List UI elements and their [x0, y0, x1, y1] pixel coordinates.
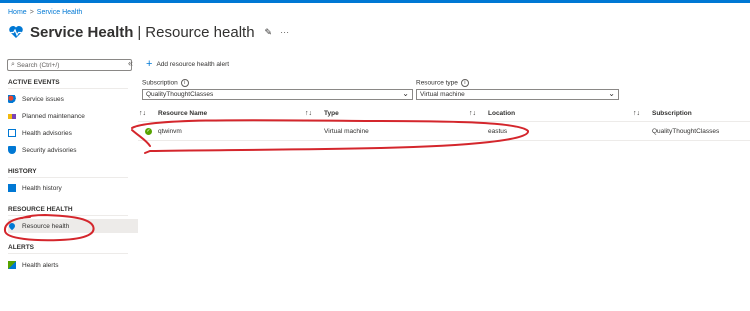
subscription-value: QualityThoughtClasses: [146, 91, 214, 98]
add-alert-label: Add resource health alert: [156, 60, 230, 68]
shield-icon: [8, 146, 16, 154]
section-history: HISTORY: [8, 168, 37, 175]
sidebar-item-service-issues[interactable]: Service issues: [8, 92, 138, 106]
divider: [8, 88, 128, 89]
divider: [8, 253, 128, 254]
sidebar-item-label: Health alerts: [22, 261, 59, 269]
more-options-button[interactable]: ···: [280, 27, 289, 37]
search-input[interactable]: ⌕ Search (Ctrl+/): [7, 59, 132, 71]
sidebar-item-planned-maintenance[interactable]: Planned maintenance: [8, 109, 138, 123]
section-active-events: ACTIVE EVENTS: [8, 79, 60, 86]
column-header-subscription[interactable]: Subscription: [652, 110, 692, 117]
resource-type-value: Virtual machine: [420, 91, 465, 98]
chevron-down-icon: ⌄: [608, 89, 615, 98]
sidebar-item-label: Service issues: [22, 95, 64, 103]
sidebar-item-label: Health advisories: [22, 129, 72, 137]
table-row-divider: [138, 140, 750, 141]
subscription-label-text: Subscription: [142, 79, 178, 87]
column-header-location[interactable]: Location: [488, 110, 515, 117]
page-title: Service Health: [30, 23, 134, 41]
sidebar-item-resource-health[interactable]: Resource health: [7, 219, 138, 233]
sidebar-item-health-history[interactable]: Health history: [8, 181, 138, 195]
sort-icon[interactable]: ↑↓: [469, 110, 476, 117]
info-icon[interactable]: i: [460, 79, 469, 87]
sidebar-item-label: Security advisories: [22, 146, 77, 154]
sort-icon[interactable]: ↑↓: [633, 110, 640, 117]
plus-icon: +: [146, 58, 153, 70]
cell-location: eastus: [488, 128, 508, 135]
subscription-filter-label: Subscription i: [142, 79, 189, 87]
resource-type-filter-label: Resource type i: [416, 79, 469, 87]
collapse-sidebar-button[interactable]: «: [128, 58, 133, 68]
search-icon: ⌕: [11, 61, 15, 68]
page-subtitle: Resource health: [145, 23, 255, 41]
search-placeholder: Search (Ctrl+/): [16, 61, 60, 69]
top-accent-bar: [0, 0, 750, 3]
breadcrumb-separator: >: [29, 9, 34, 16]
sidebar-item-label: Planned maintenance: [22, 112, 85, 120]
divider: [8, 177, 128, 178]
sidebar-item-health-alerts[interactable]: Health alerts: [8, 258, 138, 272]
table-header-divider: [138, 121, 750, 122]
section-alerts: ALERTS: [8, 244, 34, 251]
divider: [8, 215, 128, 216]
subscription-select[interactable]: QualityThoughtClasses ⌄: [142, 89, 413, 100]
breadcrumb-home[interactable]: Home: [8, 9, 27, 16]
breadcrumb-service-health[interactable]: Service Health: [37, 9, 83, 16]
health-advisories-icon: [8, 129, 16, 137]
title-separator: |: [137, 23, 142, 41]
column-header-resource-name[interactable]: Resource Name: [158, 110, 207, 117]
info-icon[interactable]: i: [180, 79, 189, 87]
healthy-status-icon: ✓: [145, 128, 152, 135]
column-header-type[interactable]: Type: [324, 110, 339, 117]
sort-icon[interactable]: ↑↓: [139, 110, 146, 117]
service-issues-icon: [8, 95, 16, 103]
section-resource-health: RESOURCE HEALTH: [8, 206, 73, 213]
sort-icon[interactable]: ↑↓: [305, 110, 312, 117]
resource-type-select[interactable]: Virtual machine ⌄: [416, 89, 619, 100]
health-history-icon: [8, 184, 16, 192]
sidebar-item-security-advisories[interactable]: Security advisories: [8, 143, 138, 157]
sidebar-item-health-advisories[interactable]: Health advisories: [8, 126, 138, 140]
planned-maintenance-icon: [8, 113, 16, 119]
pin-icon[interactable]: ✎: [265, 27, 273, 38]
add-resource-health-alert-button[interactable]: + Add resource health alert: [146, 58, 230, 70]
health-alerts-icon: [8, 261, 16, 269]
heart-pulse-icon: [7, 221, 17, 231]
cell-subscription: QualityThoughtClasses: [652, 128, 720, 135]
resource-type-label-text: Resource type: [416, 79, 458, 87]
chevron-down-icon: ⌄: [402, 89, 409, 98]
service-health-icon: [9, 26, 23, 38]
sidebar-item-label: Resource health: [22, 222, 70, 230]
sidebar-item-label: Health history: [22, 184, 62, 192]
cell-resource-name[interactable]: qtwinvm: [158, 128, 182, 135]
cell-type: Virtual machine: [324, 128, 369, 135]
page-header: Service Health | Resource health ✎ ···: [8, 22, 289, 42]
breadcrumb: Home > Service Health: [8, 9, 82, 16]
